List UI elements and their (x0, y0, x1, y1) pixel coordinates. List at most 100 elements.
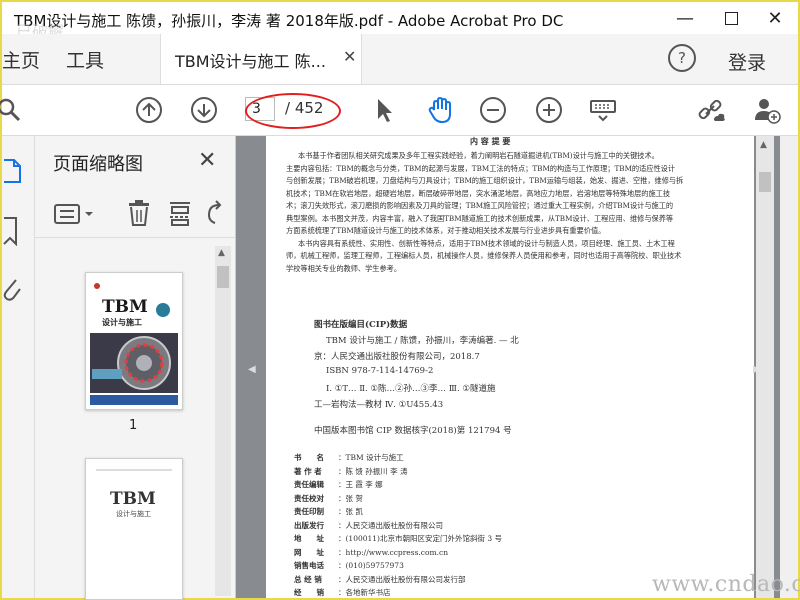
cover-footer-band (90, 395, 178, 405)
cover-badge-icon (156, 303, 170, 317)
publication-info-key: 书 名 (294, 453, 324, 462)
cip-line: ISBN 978-7-114-14769-2 (326, 366, 434, 376)
page-thumbnails-icon[interactable] (2, 156, 22, 190)
publication-info-key: 责任编辑 (294, 480, 324, 489)
tab-document-label: TBM设计与施工 陈... (175, 52, 326, 71)
maximize-icon (724, 11, 738, 25)
thumbnail-cover-title: TBM (102, 297, 148, 317)
publication-info-value: ：人民交通出版社股份有限公司 (338, 520, 443, 530)
publication-info-value: ：人民交通出版社股份有限公司发行部 (338, 574, 466, 584)
document-page: 内 容 提 要 本书基于作者团队相关研究成果及多年工程实践经验，着力阐明岩石隧道… (266, 136, 754, 598)
publication-info-value: ：TBM 设计与施工 (338, 453, 404, 462)
attachment-icon[interactable] (2, 274, 22, 308)
summary-line: 机技术；TBM在软岩地层，超硬岩地层，断层破碎带地层，突水涌泥地层，高地应力地层… (286, 188, 671, 198)
thumbnail-page-2[interactable]: TBM 设计与施工 (85, 458, 183, 600)
cip-line: 中国版本图书馆 CIP 数据核字(2018)第 121794 号 (314, 426, 512, 436)
cip-line: 工—岩构法—教材 Ⅳ. ①U455.43 (314, 400, 444, 410)
document-viewer[interactable]: ◀ 内 容 提 要 本书基于作者团队相关研究成果及多年工程实践经验，着力阐明岩石… (236, 136, 780, 598)
cip-line: TBM 设计与施工 / 陈馈，孙振川，李涛编著. — 北 (326, 336, 519, 346)
maximize-button[interactable] (708, 2, 754, 34)
cip-line: 京：人民交通出版社股份有限公司，2018.7 (314, 352, 480, 362)
thumbnail-page-1[interactable]: TBM 设计与施工 (85, 272, 183, 410)
summary-line: 本书基于作者团队相关研究成果及多年工程实践经验，着力阐明岩石隧道掘进机(TBM)… (298, 151, 659, 160)
publication-info-value: ：(100011)北京市朝阳区安定门外外馆斜街 3 号 (338, 534, 503, 543)
page-number-highlight (245, 93, 341, 129)
thumbnail-options-icon[interactable] (53, 203, 97, 231)
rotate-icon[interactable] (205, 199, 227, 231)
keyboard-icon[interactable] (588, 95, 618, 125)
document-scrollbar[interactable]: ▲ (756, 136, 774, 598)
summary-line: 主要内容包括：TBM的概念与分类，TBM的起源与发展，TBM工法的特点；TBM的… (286, 163, 676, 173)
minimize-button[interactable]: — (662, 2, 708, 34)
summary-line: 方面系统梳理了TBM隧道设计与施工的技术体系，对于推动相关技术发展与行业进步具有… (286, 226, 606, 235)
publication-info-key: 责任校对 (294, 493, 324, 503)
tab-tools[interactable]: 工具 (66, 46, 104, 73)
thumbnail-scrollbar[interactable]: ▲ (215, 246, 231, 596)
publication-info-value: ：张 贺 (338, 493, 363, 503)
thumbnail-cover-subtitle: 设计与施工 (116, 510, 151, 518)
select-cursor-icon[interactable] (369, 95, 399, 125)
collapse-left-icon[interactable]: ◀ (248, 364, 256, 375)
left-rail (2, 136, 35, 598)
panel-toolbar (35, 191, 235, 238)
zoom-out-icon[interactable] (478, 95, 508, 125)
panel-close-icon[interactable]: ✕ (198, 148, 216, 173)
panel-title: 页面缩略图 (53, 154, 143, 175)
publication-info-key: 地 址 (294, 534, 324, 543)
bookmark-icon[interactable] (2, 216, 20, 250)
delete-icon[interactable] (127, 199, 151, 231)
publication-info-key: 总 经 销 (294, 574, 322, 584)
toolbar: 3 / 452 (0, 85, 798, 136)
thumbnail-cover-title: TBM (110, 489, 156, 509)
publication-info-value: ：http://www.ccpress.com.cn (338, 547, 449, 557)
thumbnail-label-1: 1 (129, 418, 138, 433)
help-icon[interactable]: ? (668, 44, 696, 72)
publication-info-key: 出版发行 (294, 520, 324, 530)
summary-line: 与创新发展；TBM破岩机理，刀盘结构与刀具设计；TBM的施工组织设计，TBM运输… (286, 176, 684, 185)
window-title: TBM设计与施工 陈馈，孙振川，李涛 著 2018年版.pdf - Adobe … (14, 12, 564, 30)
publication-info-key: 著 作 者 (294, 466, 322, 476)
scroll-up-icon[interactable]: ▲ (760, 140, 767, 150)
publication-info-value: ：各地新华书店 (338, 588, 391, 597)
tab-document[interactable]: TBM设计与施工 陈... ✕ (160, 34, 362, 84)
publication-info-value: ：(010)59757973 (338, 561, 404, 570)
thumbnail-cover-subtitle: 设计与施工 (102, 318, 142, 327)
publication-info-key: 责任印制 (294, 507, 324, 516)
thumbnail-rule (96, 469, 172, 471)
summary-line: 本书内容具有系统性、实用性、创新性等特点，适用于TBM技术领域的设计与制造人员，… (298, 238, 675, 248)
tab-close-icon[interactable]: ✕ (343, 47, 356, 66)
publication-info-key: 网 址 (294, 547, 324, 557)
publication-info-key: 销售电话 (294, 561, 324, 570)
summary-line: 学校等相关专业的教师、学生参考。 (286, 263, 402, 273)
publication-info-value: ：张 凯 (338, 507, 363, 516)
add-user-icon[interactable] (752, 95, 782, 125)
extract-page-icon[interactable] (167, 199, 193, 231)
publisher-logo-icon (94, 283, 100, 289)
zoom-in-icon[interactable] (534, 95, 564, 125)
title-bar: TBM设计与施工 陈馈，孙振川，李涛 著 2018年版.pdf - Adobe … (2, 2, 798, 34)
document-scroll-thumb[interactable] (759, 172, 771, 192)
hand-tool-icon[interactable] (426, 95, 456, 125)
login-button[interactable]: 登录 (728, 48, 766, 75)
scroll-up-icon[interactable]: ▲ (218, 248, 225, 258)
tab-bar: 主页 工具 TBM设计与施工 陈... ✕ ? 登录 (2, 34, 798, 85)
next-page-icon[interactable] (189, 95, 219, 125)
thumbnail-panel: 页面缩略图 ✕ TBM 设计与施工 1 TBM 设计与施工 ▲ (35, 136, 236, 600)
search-icon[interactable] (0, 95, 26, 125)
close-window-button[interactable]: ✕ (752, 2, 798, 34)
publication-info-key: 经 销 (294, 588, 324, 597)
tab-home[interactable]: 主页 (2, 46, 40, 73)
publication-info-value: ：陈 馈 孙振川 李 涛 (338, 466, 408, 476)
share-link-icon[interactable] (696, 95, 726, 125)
previous-page-icon[interactable] (134, 95, 164, 125)
thumbnail-scroll-thumb[interactable] (217, 266, 229, 288)
cover-tbm-image (90, 333, 178, 393)
cip-heading: 图书在版编目(CIP)数据 (314, 320, 408, 330)
summary-line: 术；滚刀失效形式，滚刀磨损的影响因素及刀具的管理；TBM施工风险管控；通过重大工… (286, 201, 674, 210)
summary-line: 师，机械工程师，监理工程师，工程编标人员，机械操作人员，维修保养人员使用和参考，… (286, 251, 682, 260)
summary-line: 典型案例。本书图文并茂，内容丰富，融入了我国TBM隧道施工的技术创新成果，从TB… (286, 213, 674, 223)
summary-heading: 内 容 提 要 (470, 136, 511, 146)
cip-line: Ⅰ. ①T… Ⅱ. ①陈…②孙…③李… Ⅲ. ①隧道施 (326, 384, 496, 394)
watermark: www.cndao.com (652, 572, 800, 597)
publication-info-value: ：王 霞 李 娜 (338, 480, 383, 489)
